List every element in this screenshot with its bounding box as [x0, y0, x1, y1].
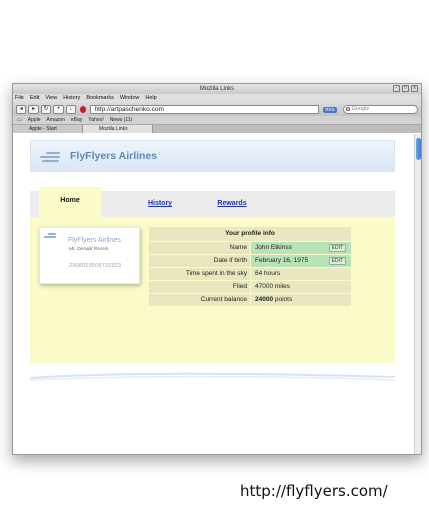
nav-tab-history[interactable]: History	[130, 191, 190, 217]
membership-card: FlyFlyers Airlines Mr. Donald Rossin 290…	[39, 227, 140, 284]
name-text: John Etkinss	[255, 244, 292, 251]
minimize-button[interactable]: -	[393, 85, 400, 92]
edit-dob-button[interactable]: EDIT	[328, 257, 346, 265]
card-number: 2908023509732323	[69, 263, 122, 269]
label-flied: Flied	[149, 281, 250, 293]
profile-panel: FlyFlyers Airlines Mr. Donald Rossin 290…	[30, 217, 395, 363]
tab-mozilla-links[interactable]: Mozilla Links	[83, 125, 153, 133]
scrollbar-thumb[interactable]	[416, 138, 421, 160]
page-content: FlyFlyers Airlines Home History Rewards …	[13, 134, 416, 454]
nav-link-history[interactable]: History	[148, 200, 172, 207]
site-header: FlyFlyers Airlines	[30, 140, 395, 172]
nav-link-rewards[interactable]: Rewards	[217, 200, 246, 207]
decorative-swoosh	[30, 372, 395, 381]
menu-window[interactable]: Window	[120, 94, 140, 103]
label-name: Name	[149, 242, 250, 254]
card-holder: Mr. Donald Rossin	[69, 247, 109, 252]
add-button[interactable]: +	[53, 105, 64, 114]
value-flied: 47000 miles	[251, 281, 351, 293]
profile-row-flied: Flied 47000 miles	[149, 281, 351, 293]
footer-url: http://flyflyers.com/	[240, 482, 388, 500]
main-nav: Home History Rewards	[30, 187, 395, 217]
search-input[interactable]: Google	[342, 105, 418, 114]
toolbar: ◂ ▸ ↻ + ↓ http://artpaschenko.com RSS Go…	[13, 103, 421, 116]
bookmarks-bar: ▭ Apple Amazon eBay Yahoo! News (11)	[13, 116, 421, 125]
menu-file[interactable]: File	[15, 94, 24, 103]
value-name: John Etkinss EDIT	[251, 242, 351, 254]
bookmarks-icon[interactable]: ▭	[17, 116, 22, 124]
dob-text: February 16, 1975	[255, 257, 309, 264]
site-title: FlyFlyers Airlines	[70, 150, 158, 162]
menu-help[interactable]: Help	[145, 94, 156, 103]
edit-name-button[interactable]: EDIT	[328, 244, 346, 252]
profile-row-balance: Current balance 24000 points	[149, 294, 351, 306]
search-icon	[345, 107, 350, 111]
profile-row-dob: Date if birth February 16, 1975 EDIT	[149, 255, 351, 267]
nav-tab-home[interactable]: Home	[39, 187, 101, 217]
vertical-scrollbar[interactable]	[414, 134, 421, 454]
profile-row-sky-time: Time spent in the sky 64 hours	[149, 268, 351, 280]
value-dob: February 16, 1975 EDIT	[251, 255, 351, 267]
card-logo-icon	[44, 233, 56, 240]
back-button[interactable]: ◂	[16, 105, 27, 114]
menu-view[interactable]: View	[45, 94, 57, 103]
bookmark-amazon[interactable]: Amazon	[47, 116, 65, 124]
forward-button[interactable]: ▸	[28, 105, 39, 114]
label-dob: Date if birth	[149, 255, 250, 267]
url-input[interactable]: http://artpaschenko.com	[90, 105, 320, 114]
title-bar: Mozilla Links - □ x	[13, 84, 421, 94]
window-title: Mozilla Links	[199, 86, 235, 92]
search-placeholder: Google	[351, 106, 370, 112]
bookmark-news[interactable]: News (11)	[110, 116, 132, 124]
bookmark-yahoo[interactable]: Yahoo!	[88, 116, 103, 124]
balance-amount: 24000	[255, 296, 274, 303]
label-sky-time: Time spent in the sky	[149, 268, 250, 280]
label-balance: Current balance	[149, 294, 250, 306]
profile-row-name: Name John Etkinss EDIT	[149, 242, 351, 254]
menu-history[interactable]: History	[63, 94, 80, 103]
tab-bar: Apple - Start Mozilla Links	[13, 125, 421, 133]
value-sky-time: 64 hours	[251, 268, 351, 280]
maximize-button[interactable]: □	[402, 85, 409, 92]
bookmark-apple[interactable]: Apple	[28, 116, 41, 124]
value-balance: 24000 points	[251, 294, 351, 306]
download-button[interactable]: ↓	[65, 105, 76, 114]
airline-logo-icon	[40, 152, 60, 162]
close-button[interactable]: x	[411, 85, 418, 92]
browser-window: Mozilla Links - □ x File Edit View Histo…	[12, 83, 422, 455]
card-title: FlyFlyers Airlines	[68, 237, 121, 244]
bookmark-ebay[interactable]: eBay	[71, 116, 82, 124]
profile-header: Your profile info	[149, 227, 351, 241]
stop-icon[interactable]	[79, 106, 87, 113]
menu-bookmarks[interactable]: Bookmarks	[86, 94, 114, 103]
reload-button[interactable]: ↻	[40, 105, 52, 114]
tab-apple-start[interactable]: Apple - Start	[13, 125, 83, 133]
menu-edit[interactable]: Edit	[30, 94, 39, 103]
rss-icon[interactable]: RSS	[323, 106, 337, 113]
profile-table: Your profile info Name John Etkinss EDIT…	[149, 227, 351, 306]
nav-tab-rewards[interactable]: Rewards	[202, 191, 262, 217]
balance-unit: points	[274, 296, 293, 303]
menu-bar: File Edit View History Bookmarks Window …	[13, 94, 421, 103]
